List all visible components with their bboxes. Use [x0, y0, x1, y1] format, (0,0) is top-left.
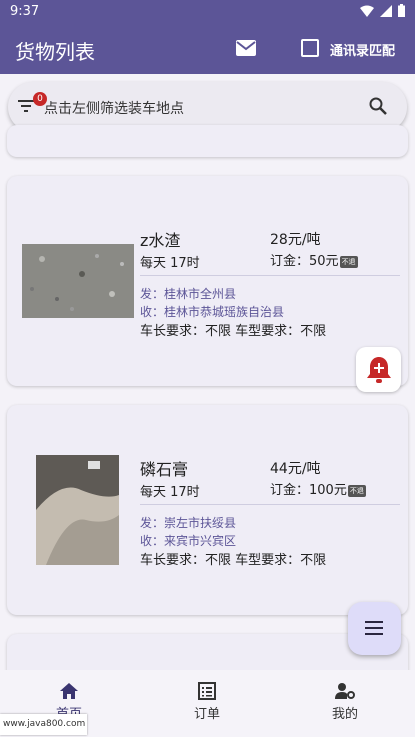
search-icon[interactable] [369, 97, 387, 115]
search-placeholder[interactable]: 点击左侧筛选装车地点 [44, 98, 184, 118]
system-icons [360, 4, 405, 17]
filter-icon[interactable] [18, 99, 34, 113]
cargo-destination: 收：桂林市恭城瑶族自治县 [140, 305, 285, 319]
menu-fab[interactable] [348, 602, 401, 655]
watermark: www.java800.com [0, 714, 87, 735]
user-settings-icon [335, 683, 355, 699]
cargo-load-time: 每天 17时 [140, 256, 200, 271]
cargo-image [36, 455, 119, 565]
nav-mine-label: 我的 [331, 707, 358, 722]
cargo-card[interactable]: z水渣 每天 17时 28元/吨 订金：50元 不退 发：桂林市全州县 收：桂林市… [7, 176, 408, 386]
cargo-price: 44元/吨 [270, 461, 321, 477]
wifi-icon [360, 5, 374, 17]
orders-icon [198, 682, 216, 700]
cargo-load-time: 每天 17时 [140, 485, 200, 500]
status-bar: 9:37 [0, 0, 415, 24]
cargo-deposit: 订金：100元 不退 [270, 479, 366, 498]
cargo-requirements: 车长要求：不限 车型要求：不限 [140, 553, 327, 568]
cargo-name: 磷石膏 [140, 460, 189, 479]
home-icon [60, 683, 78, 699]
cargo-requirements: 车长要求：不限 车型要求：不限 [140, 324, 327, 339]
status-time: 9:37 [10, 4, 40, 19]
app-bar: 货物列表 通讯录匹配 [0, 24, 415, 74]
deposit-amount: 100元 [309, 483, 347, 498]
nav-orders-label: 订单 [193, 707, 220, 722]
deposit-amount: 50元 [309, 254, 339, 269]
cargo-price: 28元/吨 [270, 232, 321, 248]
cargo-name: z水渣 [140, 231, 181, 250]
card-divider [140, 504, 400, 505]
no-refund-tag: 不退 [339, 255, 358, 268]
cargo-card[interactable]: 磷石膏 每天 17时 44元/吨 订金：100元 不退 发：崇左市扶绥县 收：来宾… [7, 405, 408, 615]
cargo-destination: 收：来宾市兴宾区 [140, 534, 237, 548]
deposit-label: 订金： [270, 483, 310, 498]
add-alert-icon [367, 357, 391, 383]
battery-icon [398, 4, 405, 17]
cargo-origin: 发：崇左市扶绥县 [140, 516, 237, 530]
cargo-image [22, 244, 134, 318]
cargo-card-partial-top[interactable] [7, 125, 408, 157]
page-title: 货物列表 [15, 40, 95, 64]
deposit-label: 订金： [270, 254, 310, 269]
cargo-deposit: 订金：50元 不退 [270, 250, 358, 269]
nav-orders[interactable]: 订单 [167, 682, 247, 722]
signal-icon [380, 4, 392, 17]
menu-icon [365, 621, 383, 635]
contacts-match-label[interactable]: 通讯录匹配 [330, 40, 395, 59]
cargo-origin: 发：桂林市全州县 [140, 287, 237, 301]
mail-icon[interactable] [236, 40, 256, 56]
no-refund-tag: 不退 [347, 484, 366, 497]
card-divider [140, 275, 400, 276]
add-alert-button[interactable] [356, 347, 401, 392]
contacts-match-checkbox[interactable] [301, 39, 319, 57]
nav-mine[interactable]: 我的 [305, 682, 385, 722]
